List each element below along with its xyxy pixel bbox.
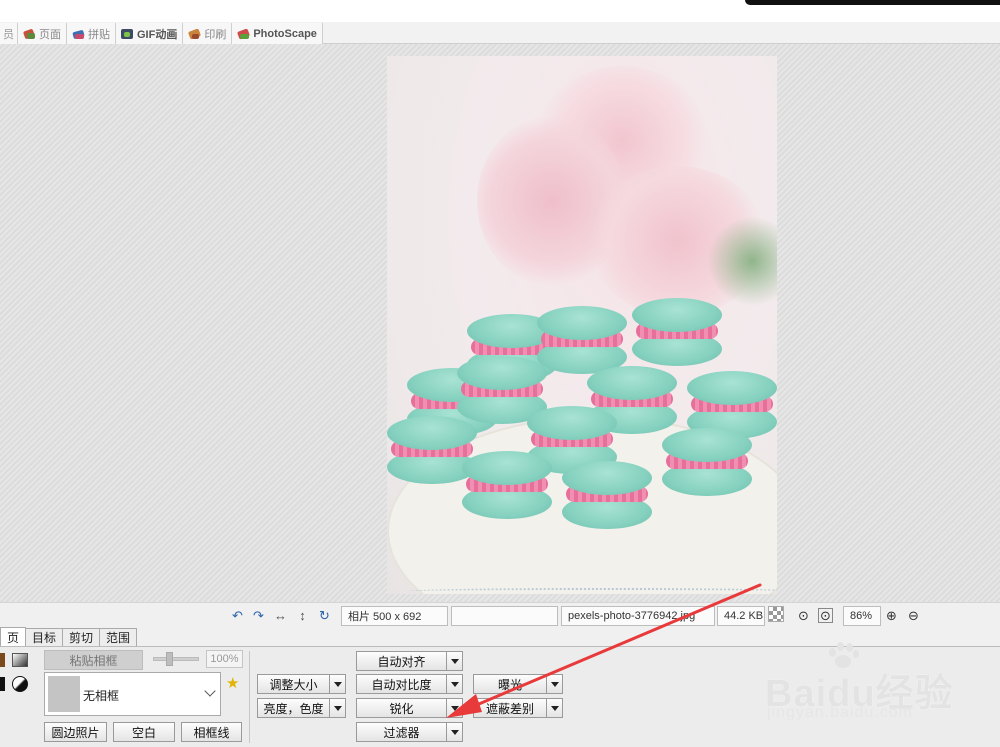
brightness-button[interactable]: 亮度，色度: [257, 698, 330, 718]
macaron: [462, 451, 552, 521]
frame-thumbnail: [48, 676, 80, 712]
zoom-readout: 86%: [843, 606, 881, 626]
resize-dropdown[interactable]: [329, 674, 346, 694]
status-bar: ↶ ↷ ↔ ↕ ↻ 相片 500 x 692 pexels-photo-3776…: [0, 602, 1000, 628]
macaron: [562, 461, 652, 531]
refresh-icon[interactable]: ↻: [317, 608, 332, 623]
rotate-left-icon[interactable]: ↶: [230, 608, 245, 623]
resize-button[interactable]: 调整大小: [257, 674, 330, 694]
baidu-watermark: Baidu经验 jingyan.baidu.com: [765, 640, 995, 730]
combine-icon: [72, 28, 85, 40]
tab-viewer[interactable]: 员: [0, 23, 18, 44]
tone-icon[interactable]: [12, 676, 28, 692]
gif-icon: [121, 28, 134, 40]
vignetting-button[interactable]: 遮蔽差别: [473, 698, 547, 718]
vignetting-dropdown[interactable]: [546, 698, 563, 718]
backlight-button[interactable]: 曝光: [473, 674, 547, 694]
frame-line-button[interactable]: 相框线: [181, 722, 242, 742]
tab-object[interactable]: 目标: [25, 628, 64, 646]
photoscape-icon: [237, 27, 251, 40]
window-edge: [745, 0, 1000, 5]
gradient-icon[interactable]: [12, 653, 28, 667]
main-tab-bar: 员 页面 拼贴 GIF动画 印刷 PhotoScape: [0, 22, 1000, 44]
zoom-in-icon[interactable]: ⊕: [884, 608, 899, 623]
color-swatch-icon[interactable]: [0, 653, 5, 667]
tab-region[interactable]: 范围: [99, 628, 138, 646]
opacity-readout: 100%: [206, 650, 243, 668]
backlight-dropdown[interactable]: [546, 674, 563, 694]
sharpen-dropdown[interactable]: [446, 698, 463, 718]
window-topbar: [0, 0, 1000, 22]
macaron: [632, 298, 722, 368]
zoom-actual-icon[interactable]: ⊙: [796, 608, 811, 623]
watermark-url: jingyan.baidu.com: [767, 704, 913, 721]
chevron-down-icon: [204, 685, 216, 697]
filesize-readout: 44.2 KB: [717, 606, 765, 626]
page-icon: [22, 28, 36, 40]
zoom-out-icon[interactable]: ⊖: [906, 608, 921, 623]
tab-combine[interactable]: 拼贴: [67, 23, 116, 44]
round-photo-button[interactable]: 圆边照片: [44, 722, 107, 742]
macaron: [662, 428, 752, 498]
tab-home[interactable]: 页: [0, 627, 27, 646]
divider: [249, 651, 250, 743]
rotate-right-icon[interactable]: ↷: [251, 608, 266, 623]
photo-preview[interactable]: [387, 56, 777, 594]
opacity-slider[interactable]: [153, 652, 199, 666]
star-icon[interactable]: ★: [226, 674, 239, 692]
tab-photoscape[interactable]: PhotoScape: [232, 23, 323, 44]
black-swatch-icon[interactable]: [0, 677, 5, 691]
auto-level-button[interactable]: 自动对齐: [356, 651, 447, 671]
photo-size-readout: 相片 500 x 692: [341, 606, 448, 626]
tab-print[interactable]: 印刷: [183, 23, 233, 44]
zoom-fit-icon[interactable]: ⊙: [818, 608, 833, 623]
filter-dropdown[interactable]: [446, 722, 463, 742]
filter-button[interactable]: 过滤器: [356, 722, 447, 742]
print-icon: [188, 27, 202, 40]
brightness-dropdown[interactable]: [329, 698, 346, 718]
auto-level-dropdown[interactable]: [446, 651, 463, 671]
sharpen-button[interactable]: 锐化: [356, 698, 447, 718]
frame-select[interactable]: 无相框: [44, 672, 221, 716]
auto-contrast-button[interactable]: 自动对比度: [356, 674, 447, 694]
tab-page[interactable]: 页面: [18, 23, 67, 44]
tab-crop[interactable]: 剪切: [62, 628, 101, 646]
flip-vertical-icon[interactable]: ↕: [295, 608, 310, 623]
paste-frame-button[interactable]: 粘贴相框: [44, 650, 143, 670]
tab-gif[interactable]: GIF动画: [116, 23, 184, 44]
filename-readout: pexels-photo-3776942.jpg: [561, 606, 715, 626]
status-empty-field: [451, 606, 558, 626]
margin-button[interactable]: 空白: [113, 722, 175, 742]
auto-contrast-dropdown[interactable]: [446, 674, 463, 694]
transparency-icon[interactable]: [768, 606, 784, 622]
flip-horizontal-icon[interactable]: ↔: [273, 608, 288, 623]
